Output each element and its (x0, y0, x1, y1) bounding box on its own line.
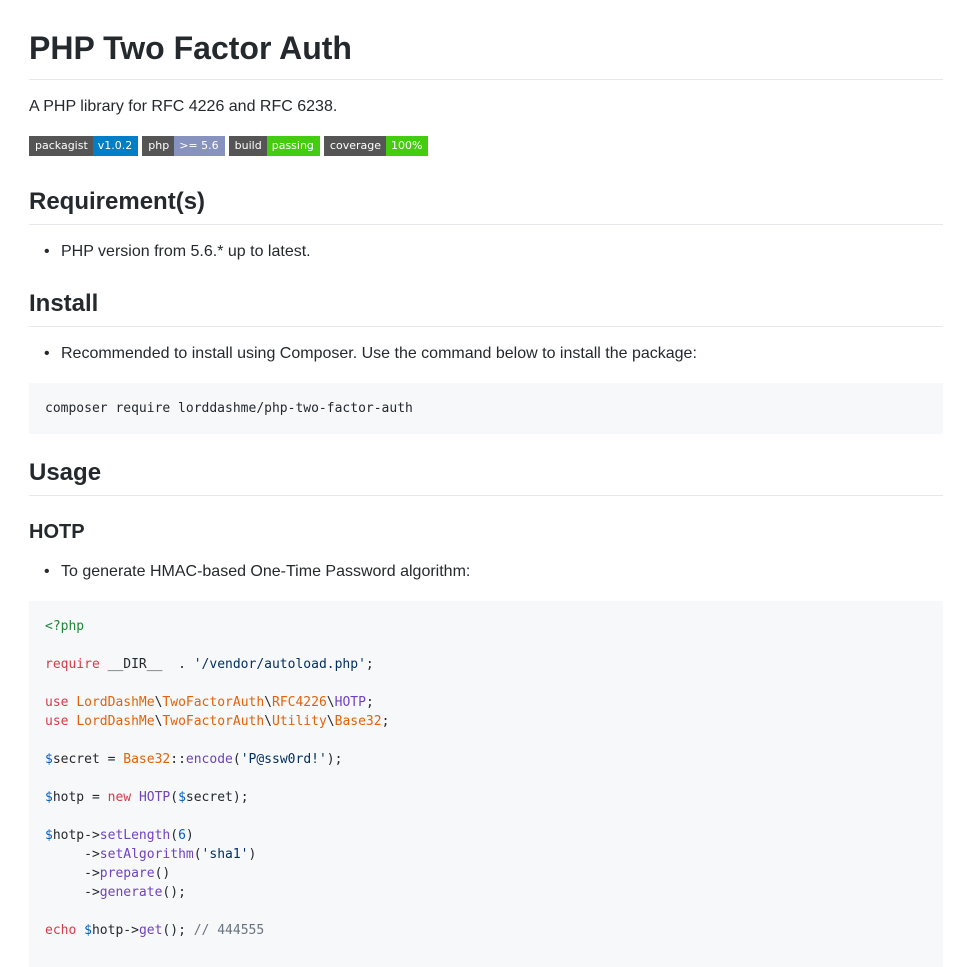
usage-heading: Usage (29, 459, 102, 486)
class-name: Base32 (334, 714, 382, 729)
list-item: • PHP version from 5.6.* up to latest. (44, 241, 311, 263)
class-name: Base32 (123, 752, 171, 767)
namespace-part: Utility (272, 714, 327, 729)
method-name: generate (99, 885, 163, 900)
new-keyword: new (107, 790, 132, 805)
method-name: setLength (99, 828, 171, 843)
title-divider (29, 79, 943, 80)
bullet-icon: • (44, 345, 50, 362)
code-string: 'sha1' (201, 847, 249, 862)
namespace-part: LordDashMe (76, 714, 155, 729)
list-item-text: Recommended to install using Composer. U… (61, 345, 697, 362)
class-name: HOTP (138, 790, 171, 805)
code-line: $hotp = new HOTP($secret); (45, 790, 249, 805)
install-code-block[interactable]: composer require lorddashme/php-two-fact… (29, 383, 943, 434)
code-comment: // 444555 (193, 923, 265, 938)
build-badge[interactable]: build passing (228, 136, 320, 156)
namespace-part: RFC4226 (272, 695, 327, 710)
description: A PHP library for RFC 4226 and RFC 6238. (29, 98, 338, 115)
hotp-heading: HOTP (29, 521, 85, 543)
hotp-code-block[interactable]: <?php require __DIR__ . '/vendor/autoloa… (29, 601, 943, 967)
use-keyword: use (45, 714, 69, 729)
variable-sigil: $ (45, 752, 53, 767)
badge-label: coverage (323, 136, 386, 156)
code-text: __DIR__ . (99, 657, 194, 672)
packagist-badge[interactable]: packagist v1.0.2 (29, 136, 139, 156)
code-text: secret (185, 790, 233, 805)
list-item: • Recommended to install using Composer. … (44, 343, 697, 365)
code-line: $secret = Base32::encode('P@ssw0rd!'); (45, 752, 343, 767)
class-name: HOTP (334, 695, 366, 710)
badge-label: packagist (29, 136, 93, 156)
badge-value: v1.0.2 (92, 136, 139, 156)
badge-label: build (228, 136, 267, 156)
coverage-badge[interactable]: coverage 100% (323, 136, 429, 156)
code-line: ->setAlgorithm('sha1') (45, 847, 257, 862)
code-line: ->prepare() (45, 866, 171, 881)
variable-sigil: $ (45, 828, 53, 843)
method-name: get (138, 923, 163, 938)
bullet-icon: • (44, 563, 50, 580)
require-keyword: require (45, 657, 100, 672)
variable-sigil: $ (178, 790, 186, 805)
use-keyword: use (45, 695, 69, 710)
code-number: 6 (178, 828, 186, 843)
code-line: echo $hotp->get(); // 444555 (45, 923, 265, 938)
namespace-part: LordDashMe (76, 695, 155, 710)
variable-sigil: $ (45, 790, 53, 805)
namespace-part: TwoFactorAuth (162, 714, 265, 729)
list-item: • To generate HMAC-based One-Time Passwor… (44, 561, 470, 583)
code-text: ; (365, 657, 374, 672)
install-divider (29, 326, 943, 327)
badge-row: packagist v1.0.2 php >= 5.6 build passin… (29, 136, 432, 156)
code-string: 'P@ssw0rd!' (240, 752, 327, 767)
php-version-badge[interactable]: php >= 5.6 (142, 136, 225, 156)
code-text: hotp = (52, 790, 108, 805)
code-line: use LordDashMe\TwoFactorAuth\RFC4226\HOT… (45, 695, 374, 710)
badge-value: passing (266, 136, 320, 156)
install-heading: Install (29, 290, 99, 317)
code-string: '/vendor/autoload.php' (193, 657, 366, 672)
badge-value: 100% (386, 136, 429, 156)
code-line: <?php (45, 617, 84, 636)
install-command: composer require lorddashme/php-two-fact… (45, 401, 413, 416)
list-item-text: PHP version from 5.6.* up to latest. (61, 243, 311, 260)
code-line: use LordDashMe\TwoFactorAuth\Utility\Bas… (45, 714, 390, 729)
php-open-tag: <?php (45, 619, 85, 634)
code-text: secret = (52, 752, 124, 767)
namespace-part: TwoFactorAuth (162, 695, 265, 710)
variable-sigil: $ (84, 923, 92, 938)
code-line: require __DIR__ . '/vendor/autoload.php'… (45, 655, 374, 674)
badge-label: php (142, 136, 175, 156)
badge-value: >= 5.6 (174, 136, 225, 156)
requirements-divider (29, 224, 943, 225)
code-line: $hotp->setLength(6) (45, 828, 194, 843)
page-title: PHP Two Factor Auth (29, 30, 352, 66)
requirements-heading: Requirement(s) (29, 188, 206, 215)
usage-divider (29, 495, 943, 496)
code-line: ->generate(); (45, 885, 186, 900)
list-item-text: To generate HMAC-based One-Time Password… (61, 563, 471, 580)
method-name: prepare (99, 866, 155, 881)
method-name: encode (185, 752, 233, 767)
echo-keyword: echo (45, 923, 77, 938)
bullet-icon: • (44, 243, 50, 260)
method-name: setAlgorithm (99, 847, 194, 862)
